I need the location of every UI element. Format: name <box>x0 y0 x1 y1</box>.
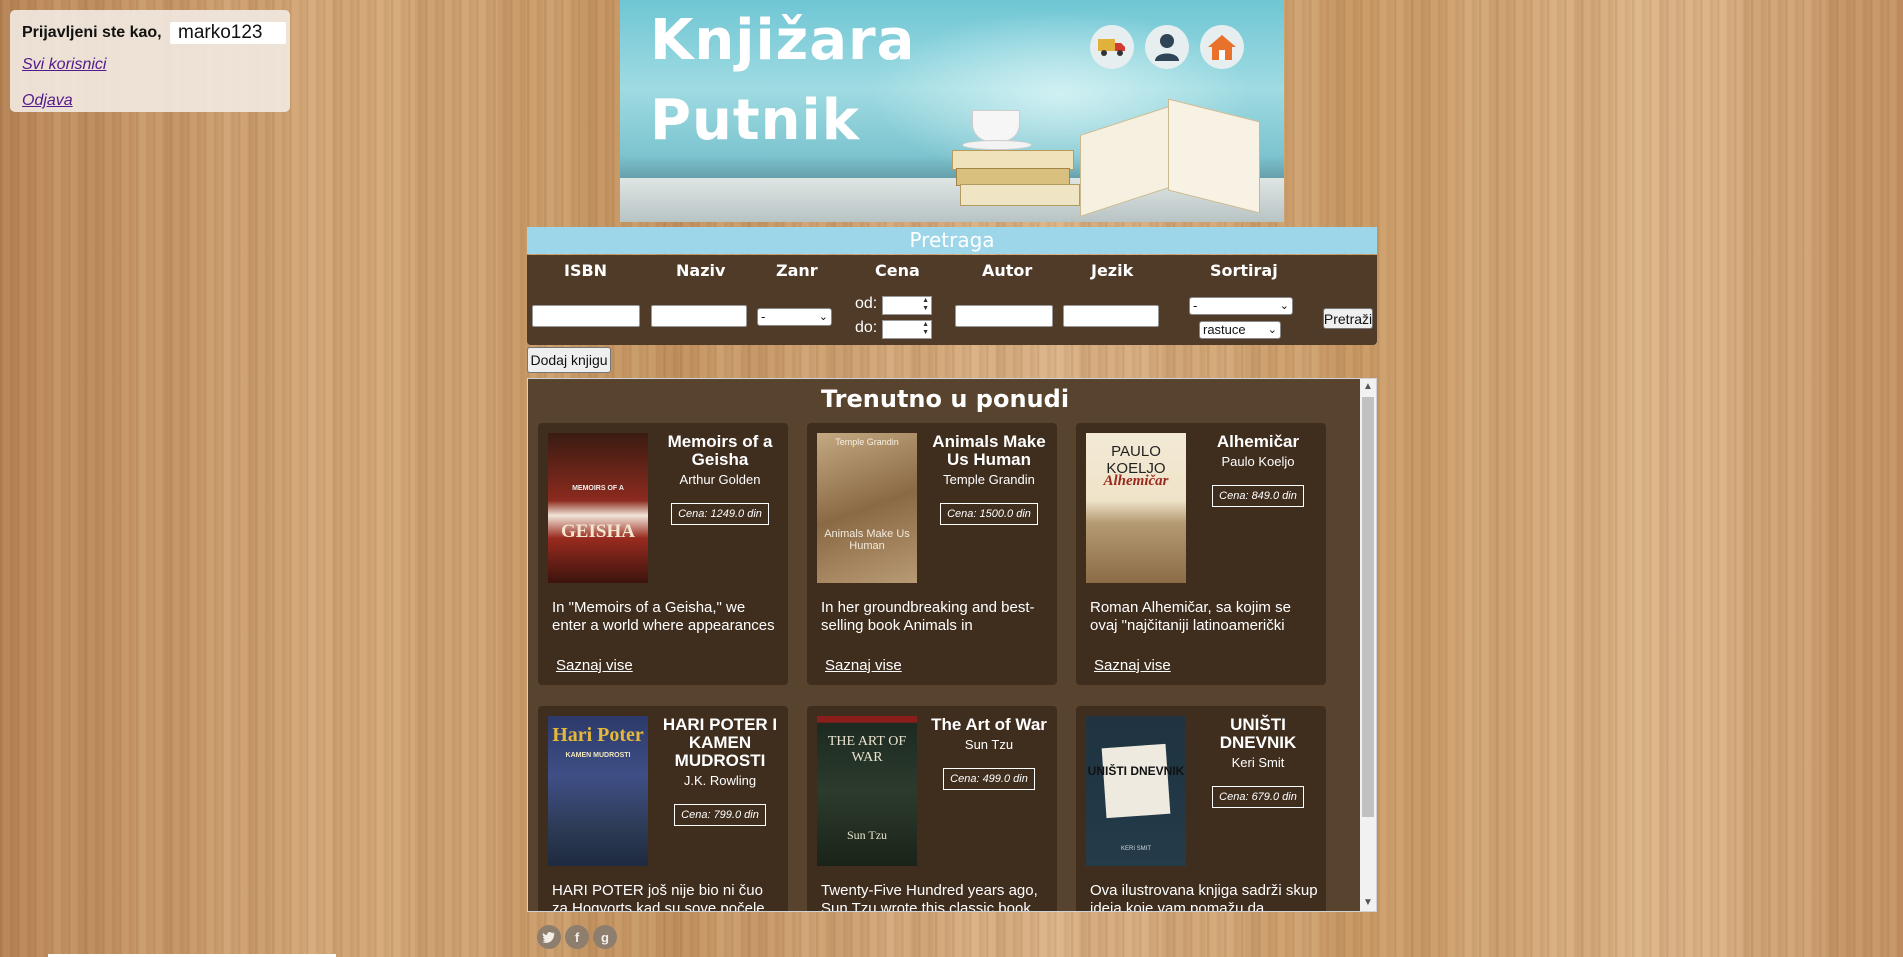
twitter-icon[interactable] <box>537 925 561 949</box>
book-cover-image[interactable]: PAULO KOELJO Alhemičar <box>1086 433 1186 583</box>
book-description: HARI POTER još nije bio ni čuo za Hogvor… <box>552 882 765 912</box>
logged-in-label: Prijavljeni ste kao, <box>22 24 162 41</box>
search-panel: ISBN Naziv Zanr Cena Autor Jezik Sortira… <box>527 255 1377 345</box>
spinner-arrows-icon[interactable]: ▲ ▼ <box>922 297 929 313</box>
zanr-label: Zanr <box>776 261 818 280</box>
book-cover-image[interactable]: MEMOIRS OF A GEISHA <box>548 433 648 583</box>
cena-to-input[interactable]: ▲ ▼ <box>882 320 932 339</box>
logout-link[interactable]: Odjava <box>22 92 73 110</box>
book-author: Arthur Golden <box>679 472 761 487</box>
autor-label: Autor <box>982 261 1033 280</box>
book-card: Temple Grandin Animals Make Us Human Ani… <box>807 423 1057 685</box>
learn-more-link[interactable]: Saznaj vise <box>556 657 633 674</box>
offer-scrollbar[interactable]: ▲ ▼ <box>1360 379 1376 911</box>
book-author: Paulo Koeljo <box>1221 454 1295 469</box>
sort-order-select[interactable]: rastuce ⌄ <box>1199 321 1281 339</box>
book-title: The Art of War <box>931 715 1047 734</box>
cena-from-input[interactable]: ▲ ▼ <box>882 296 932 315</box>
cena-label: Cena <box>875 261 920 280</box>
book-description: Roman Alhemičar, sa kojim se ovaj "najči… <box>1090 599 1291 634</box>
scroll-up-icon[interactable]: ▲ <box>1363 381 1373 392</box>
book-description: Twenty-Five Hundred years ago, Sun Tzu w… <box>821 882 1038 912</box>
book-price: Cena: 1249.0 din <box>671 503 769 525</box>
facebook-icon[interactable]: f <box>565 925 589 949</box>
chevron-down-icon: ⌄ <box>818 311 828 323</box>
book-card: PAULO KOELJO Alhemičar Alhemičar Paulo K… <box>1076 423 1326 685</box>
sort-field-select[interactable]: - ⌄ <box>1189 297 1293 315</box>
book-description: In her groundbreaking and best-selling b… <box>821 599 1035 634</box>
jezik-label: Jezik <box>1091 261 1134 280</box>
cena-from-label: od: <box>855 295 878 312</box>
chevron-down-icon: ⌄ <box>1279 300 1289 312</box>
book-title: HARI POTER I KAMEN MUDROSTI <box>662 715 778 770</box>
book-author: Temple Grandin <box>943 472 1035 487</box>
google-plus-icon[interactable]: g <box>593 925 617 949</box>
sortiraj-label: Sortiraj <box>1210 261 1278 280</box>
site-title-line1: Knjižara <box>650 8 916 73</box>
scrollbar-thumb[interactable] <box>1362 397 1374 817</box>
book-title: Animals Make Us Human <box>932 432 1046 469</box>
home-icon[interactable] <box>1200 25 1244 69</box>
search-button[interactable]: Pretraži <box>1323 308 1373 329</box>
site-title-line2: Putnik <box>650 88 860 153</box>
jezik-input[interactable] <box>1063 305 1159 327</box>
search-header: Pretraga <box>527 227 1377 254</box>
book-cover-image[interactable]: UNIŠTI DNEVNIK KERI SMIT <box>1086 716 1186 866</box>
autor-input[interactable] <box>955 305 1053 327</box>
naziv-label: Naziv <box>676 261 726 280</box>
book-description: In "Memoirs of a Geisha," we enter a wor… <box>552 599 775 634</box>
add-book-button[interactable]: Dodaj knjigu <box>527 347 611 373</box>
current-offer-panel: Trenutno u ponudi MEMOIRS OF A GEISHA Me… <box>527 378 1377 912</box>
username-display: marko123 <box>170 22 286 44</box>
book-title: UNIŠTI DNEVNIK <box>1219 715 1297 752</box>
spinner-arrows-icon[interactable]: ▲ ▼ <box>922 321 929 337</box>
book-description: Ova ilustrovana knjiga sadrži skup ideja… <box>1090 882 1318 912</box>
book-card: THE ART OF WAR Sun Tzu The Art of War Su… <box>807 706 1057 912</box>
all-users-link[interactable]: Svi korisnici <box>22 56 106 74</box>
delivery-truck-icon[interactable] <box>1090 25 1134 69</box>
user-icon[interactable] <box>1145 25 1189 69</box>
book-card: UNIŠTI DNEVNIK KERI SMIT UNIŠTI DNEVNIK … <box>1076 706 1326 912</box>
book-title: Alhemičar <box>1216 432 1300 451</box>
chevron-down-icon: ⌄ <box>1267 324 1277 336</box>
book-price: Cena: 1500.0 din <box>940 503 1038 525</box>
naziv-input[interactable] <box>651 305 747 327</box>
header-banner: Knjižara Putnik <box>620 0 1284 222</box>
book-price: Cena: 849.0 din <box>1212 485 1304 507</box>
book-card: MEMOIRS OF A GEISHA Memoirs of a Geisha … <box>538 423 788 685</box>
learn-more-link[interactable]: Saznaj vise <box>1094 657 1171 674</box>
cup-illustration <box>972 110 1020 142</box>
book-card: Hari Poter KAMEN MUDROSTI HARI POTER I K… <box>538 706 788 912</box>
isbn-label: ISBN <box>564 261 608 280</box>
offer-title: Trenutno u ponudi <box>820 385 1070 413</box>
cena-to-label: do: <box>855 319 878 336</box>
learn-more-link[interactable]: Saznaj vise <box>825 657 902 674</box>
book-title: Memoirs of a Geisha <box>667 432 773 469</box>
book-price: Cena: 499.0 din <box>943 768 1035 790</box>
book-author: J.K. Rowling <box>683 773 757 788</box>
book-author: Sun Tzu <box>964 737 1014 752</box>
book-cover-image[interactable]: Temple Grandin Animals Make Us Human <box>817 433 917 583</box>
book-cover-image[interactable]: Hari Poter KAMEN MUDROSTI <box>548 716 648 866</box>
book-author: Keri Smit <box>1231 755 1285 770</box>
isbn-input[interactable] <box>532 305 640 327</box>
book-price: Cena: 679.0 din <box>1212 786 1304 808</box>
book-price: Cena: 799.0 din <box>674 804 766 826</box>
book-cover-image[interactable]: THE ART OF WAR Sun Tzu <box>817 716 917 866</box>
scroll-down-icon[interactable]: ▼ <box>1363 897 1373 908</box>
zanr-select[interactable]: - ⌄ <box>757 308 832 326</box>
login-panel: Prijavljeni ste kao, marko123 Svi korisn… <box>10 10 290 112</box>
